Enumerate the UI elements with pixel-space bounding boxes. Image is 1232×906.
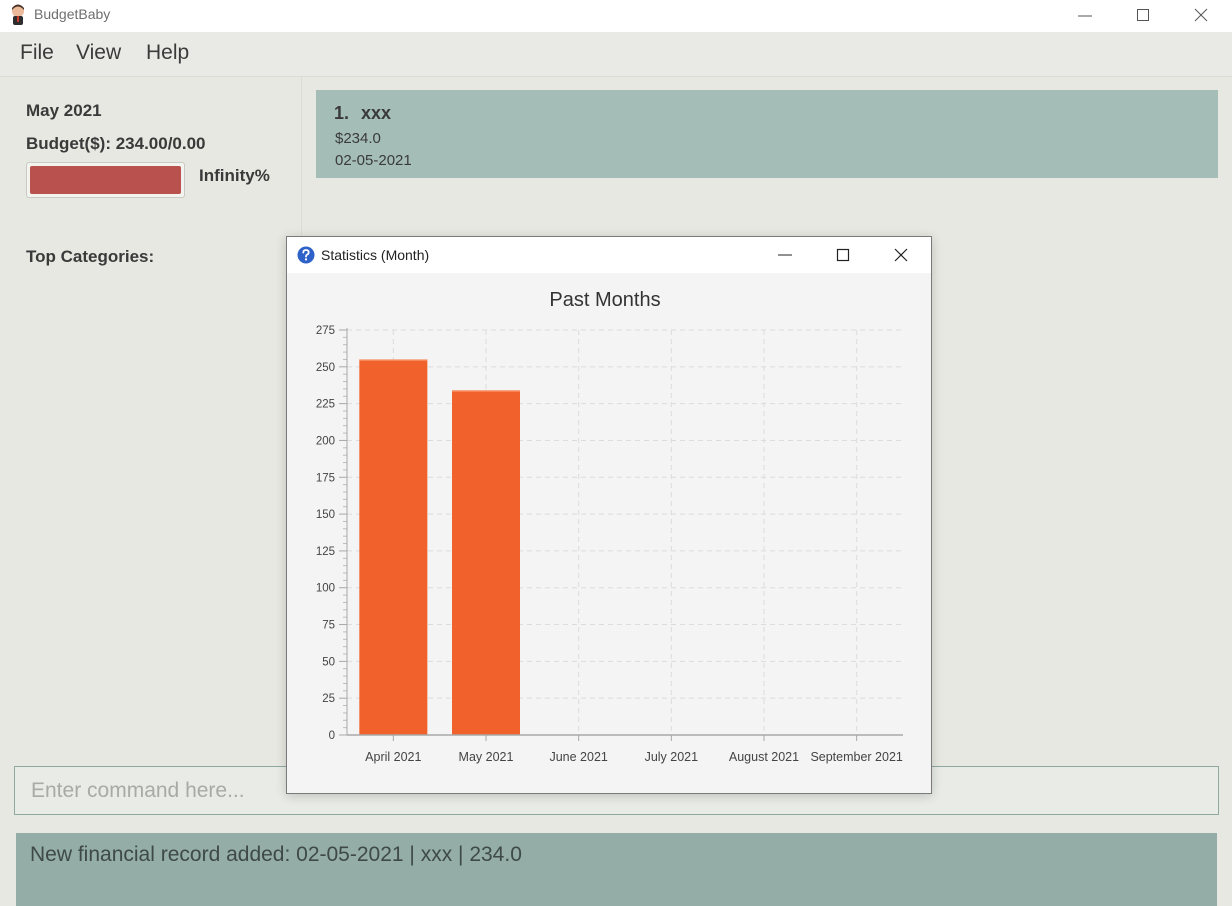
close-icon [894,248,908,262]
close-icon [1194,8,1208,22]
chart-grid [347,329,901,735]
summary-panel: May 2021 Budget($): 234.00/0.00 Infinity… [0,77,302,760]
maximize-icon [1137,9,1149,21]
x-axis-labels: April 2021 May 2021 June 2021 July 2021 Augu… [365,750,903,764]
record-date: 02-05-2021 [335,152,412,169]
y-axis-labels: 0 25 50 75 100 125 150 175 200 225 250 275 [316,325,335,742]
past-months-chart: Past Months 0 25 50 75 100 125 150 175 200 225 250… [316,289,903,764]
menu-bar: File View Help [0,32,1232,77]
y-tick-label: 50 [322,656,335,668]
budget-progress-fill [30,166,181,194]
menu-file[interactable]: File [20,41,54,65]
record-description: xxx [361,103,392,123]
y-tick-label: 25 [322,693,335,705]
dialog-minimize-button[interactable] [755,237,813,273]
window-titlebar: BudgetBaby [0,0,1232,32]
record-amount: $234.0 [335,130,381,147]
dialog-titlebar: Statistics (Month) [287,237,931,273]
dialog-maximize-button[interactable] [813,237,871,273]
top-categories-label: Top Categories: [26,247,155,266]
y-tick-label: 150 [316,509,335,521]
bar-highlight [452,390,520,392]
menu-help[interactable]: Help [146,41,189,65]
window-minimize-button[interactable] [1056,0,1114,32]
y-tick-label: 175 [316,472,335,484]
list-item[interactable]: 1. xxx $234.0 02-05-2021 [316,90,1218,178]
x-tick-label: August 2021 [729,750,799,764]
record-index: 1. [334,103,350,123]
month-label: May 2021 [26,101,102,120]
y-tick-label: 275 [316,325,335,337]
maximize-icon [836,248,850,262]
minimize-icon [778,254,792,256]
dialog-close-button[interactable] [871,237,929,273]
x-tick-label: April 2021 [365,750,421,764]
record-title: 1. xxx [334,103,391,124]
budget-label: Budget($): 234.00/0.00 [26,134,206,153]
y-tick-label: 225 [316,399,335,411]
chart-bars [359,359,520,735]
chart-title: Past Months [549,289,660,311]
y-tick-label: 100 [316,583,335,595]
y-tick-label: 250 [316,362,335,374]
budget-progress-bar [26,162,185,198]
window-close-button[interactable] [1172,0,1230,32]
y-tick-label: 200 [316,435,335,447]
result-message: New financial record added: 02-05-2021 |… [30,843,522,866]
y-tick-label: 0 [329,730,335,742]
x-tick-label: May 2021 [459,750,514,764]
statistics-dialog: Statistics (Month) Past Months 0 25 50 75 10… [286,236,932,794]
baby-icon [12,4,24,25]
help-icon [297,246,315,264]
result-display: New financial record added: 02-05-2021 |… [16,833,1217,906]
app-title: BudgetBaby [34,6,111,22]
x-tick-label: July 2021 [645,750,699,764]
y-tick-label: 75 [322,620,335,632]
y-tick-label: 125 [316,546,335,558]
window-maximize-button[interactable] [1114,0,1172,32]
bar [359,359,428,735]
x-tick-label: June 2021 [549,750,607,764]
bar [452,390,520,735]
bar-highlight [359,359,428,361]
x-tick-label: September 2021 [810,750,902,764]
dialog-title: Statistics (Month) [321,247,430,263]
minimize-icon [1078,15,1092,17]
menu-view[interactable]: View [76,41,121,65]
budget-progress-percent: Infinity% [199,166,270,185]
